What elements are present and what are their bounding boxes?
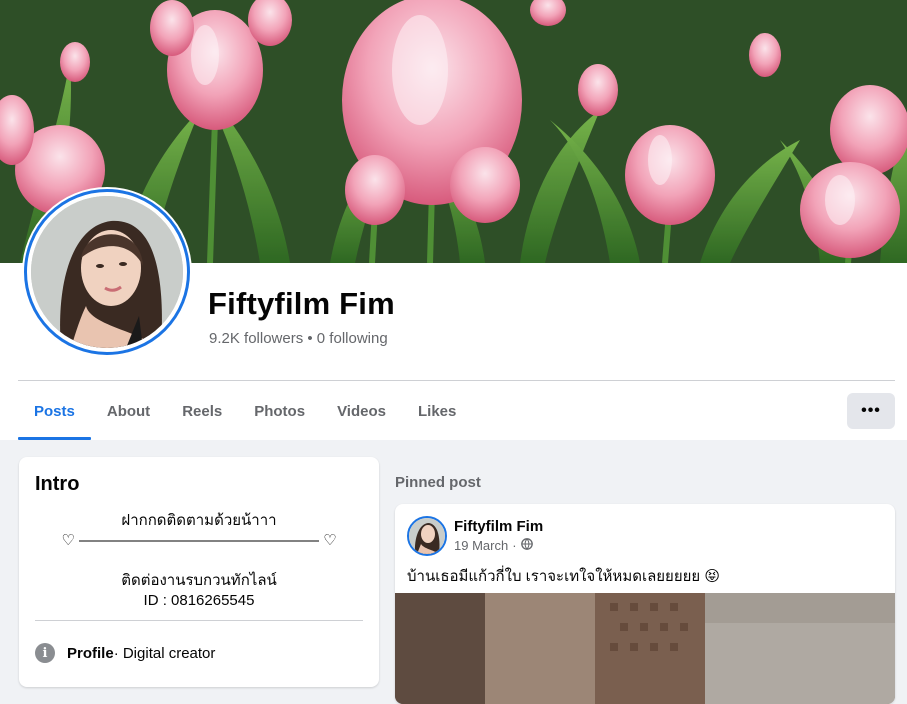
pinned-post-card: Fiftyfilm Fim 19 March · บ้านเธอมีแก้วกี… — [395, 504, 895, 704]
post-image[interactable] — [395, 593, 895, 704]
profile-avatar[interactable] — [22, 187, 192, 357]
follower-stats[interactable]: 9.2K followers • 0 following — [209, 330, 388, 347]
tab-likes[interactable]: Likes — [402, 382, 472, 440]
post-author-name[interactable]: Fiftyfilm Fim — [454, 518, 543, 535]
header-divider — [18, 380, 895, 381]
more-options-button[interactable]: ••• — [847, 393, 895, 429]
bio-line: ติดต่องานรบกวนทักไลน์ — [121, 572, 277, 589]
bio-line: ♡ ———————————————— ♡ — [61, 532, 337, 549]
tab-videos[interactable]: Videos — [321, 382, 402, 440]
globe-icon — [520, 538, 533, 553]
tab-posts[interactable]: Posts — [18, 382, 91, 440]
bio: ฝากกดติดตามด้วยน้าาา ♡ ———————————————— … — [35, 511, 363, 611]
profile-tabs: Posts About Reels Photos Videos Likes — [18, 382, 472, 440]
tab-reels[interactable]: Reels — [166, 382, 238, 440]
avatar-photo — [31, 196, 183, 348]
post-text: บ้านเธอมีแก้วกี่ใบ เราจะเทใจให้หมดเลยยยย… — [407, 568, 721, 585]
profile-category: · Digital creator — [113, 644, 216, 662]
post-meta: 19 March · — [454, 538, 533, 553]
more-horizontal-icon: ••• — [861, 402, 881, 419]
profile-name: Fiftyfilm Fim — [208, 286, 395, 321]
pinned-post-label: Pinned post — [395, 474, 481, 491]
info-icon: i — [35, 643, 55, 663]
tab-photos[interactable]: Photos — [238, 382, 321, 440]
tab-about[interactable]: About — [91, 382, 166, 440]
bio-line: ฝากกดติดตามด้วยน้าาา — [121, 512, 277, 529]
bio-line: ID : 0816265545 — [143, 592, 255, 609]
post-author-avatar[interactable] — [407, 516, 447, 556]
profile-category-row: i Profile · Digital creator — [35, 643, 215, 663]
post-date[interactable]: 19 March — [454, 538, 508, 553]
meta-separator: · — [512, 538, 517, 553]
intro-divider — [35, 620, 363, 621]
intro-card: Intro ฝากกดติดตามด้วยน้าาา ♡ ———————————… — [19, 457, 379, 687]
profile-label: Profile — [67, 644, 114, 662]
bio-line — [35, 551, 363, 571]
intro-title: Intro — [35, 473, 80, 495]
